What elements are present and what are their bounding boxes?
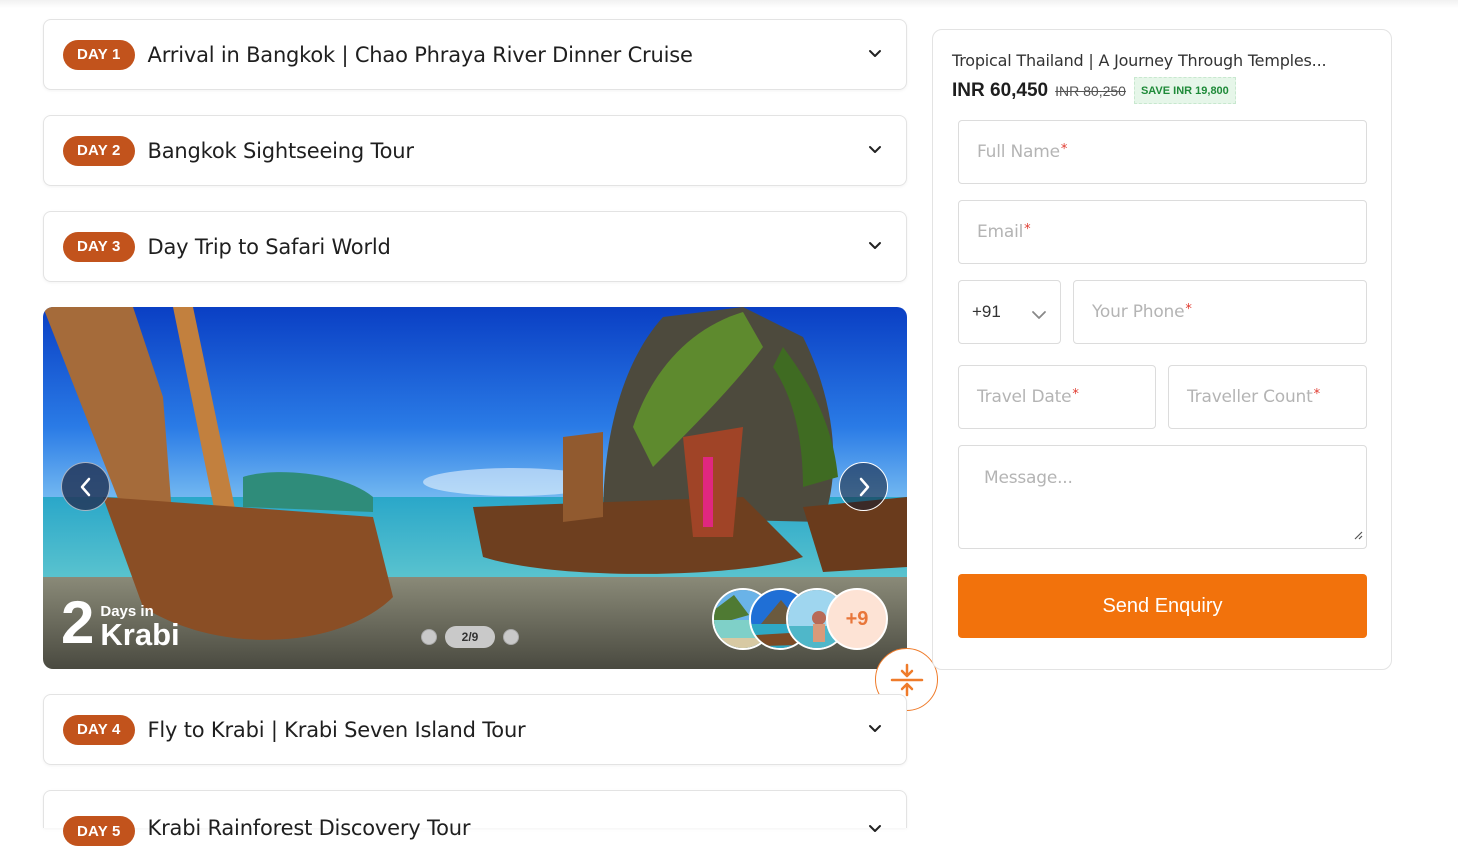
chevron-down-icon bbox=[1031, 305, 1047, 325]
email-field[interactable]: Email * bbox=[958, 200, 1367, 264]
package-title: Tropical Thailand | A Journey Through Te… bbox=[952, 51, 1327, 70]
chevron-right-icon bbox=[859, 477, 869, 496]
carousel-prev-button[interactable] bbox=[61, 462, 110, 511]
full-name-placeholder: Full Name bbox=[977, 142, 1060, 162]
place-name: Krabi bbox=[100, 617, 180, 652]
pagination-dot[interactable] bbox=[503, 629, 519, 645]
chevron-down-icon[interactable] bbox=[868, 821, 882, 835]
pagination-dot[interactable] bbox=[421, 629, 437, 645]
day-badge: DAY 5 bbox=[63, 816, 135, 846]
resize-handle-icon[interactable] bbox=[1353, 525, 1363, 545]
chevron-down-icon[interactable] bbox=[868, 142, 882, 156]
chevron-down-icon[interactable] bbox=[868, 721, 882, 735]
day-3-accordion[interactable]: DAY 3 Day Trip to Safari World bbox=[43, 211, 907, 282]
page-indicator: 2/9 bbox=[445, 626, 495, 648]
traveller-count-field[interactable]: Traveller Count * bbox=[1168, 365, 1367, 429]
chevron-left-icon bbox=[80, 477, 90, 496]
required-mark: * bbox=[1072, 386, 1079, 402]
original-price: INR 80,250 bbox=[1055, 82, 1126, 99]
day-title: Arrival in Bangkok | Chao Phraya River D… bbox=[147, 42, 693, 67]
day-title: Day Trip to Safari World bbox=[147, 234, 391, 259]
day-badge: DAY 2 bbox=[63, 135, 135, 166]
day-title: Fly to Krabi | Krabi Seven Island Tour bbox=[147, 717, 526, 742]
day-badge: DAY 3 bbox=[63, 231, 135, 262]
day-badge: DAY 4 bbox=[63, 714, 135, 745]
send-enquiry-button[interactable]: Send Enquiry bbox=[958, 574, 1367, 638]
day-1-accordion[interactable]: DAY 1 Arrival in Bangkok | Chao Phraya R… bbox=[43, 19, 907, 90]
days-number: 2 bbox=[61, 589, 95, 656]
day-title: Bangkok Sightseeing Tour bbox=[147, 138, 414, 163]
carousel-pagination: 2/9 bbox=[421, 626, 519, 648]
email-placeholder: Email bbox=[977, 222, 1024, 242]
collapse-vertical-icon bbox=[890, 663, 923, 696]
required-mark: * bbox=[1060, 141, 1068, 157]
phone-placeholder: Your Phone bbox=[1092, 302, 1185, 322]
traveller-count-placeholder: Traveller Count bbox=[1187, 387, 1313, 407]
chevron-down-icon[interactable] bbox=[868, 46, 882, 60]
country-code-value: +91 bbox=[972, 302, 1001, 321]
full-name-field[interactable]: Full Name * bbox=[958, 120, 1367, 184]
day-2-accordion[interactable]: DAY 2 Bangkok Sightseeing Tour bbox=[43, 115, 907, 186]
country-code-select[interactable]: +91 bbox=[958, 280, 1061, 344]
day-5-accordion[interactable]: DAY 5 Krabi Rainforest Discovery Tour bbox=[43, 790, 907, 846]
day-badge: DAY 1 bbox=[63, 39, 135, 70]
required-mark: * bbox=[1185, 301, 1192, 317]
phone-field[interactable]: Your Phone * bbox=[1073, 280, 1367, 344]
day-4-accordion[interactable]: DAY 4 Fly to Krabi | Krabi Seven Island … bbox=[43, 694, 907, 765]
enquiry-form-panel: Tropical Thailand | A Journey Through Te… bbox=[932, 29, 1392, 670]
top-shadow bbox=[0, 0, 1458, 8]
current-price: INR 60,450 bbox=[952, 79, 1049, 101]
travel-date-field[interactable]: Travel Date * bbox=[958, 365, 1156, 429]
chevron-down-icon[interactable] bbox=[868, 238, 882, 252]
carousel-next-button[interactable] bbox=[839, 462, 888, 511]
required-mark: * bbox=[1024, 221, 1031, 237]
days-in-krabi-label: 2 Days in Krabi bbox=[61, 589, 180, 656]
message-placeholder: Message... bbox=[984, 468, 1073, 488]
savings-badge: SAVE INR 19,800 bbox=[1133, 77, 1236, 104]
price-row: INR 60,450 INR 80,250 SAVE INR 19,800 bbox=[952, 77, 1236, 104]
day-title: Krabi Rainforest Discovery Tour bbox=[147, 816, 471, 840]
krabi-photo-carousel: 2 Days in Krabi 2/9 +9 bbox=[43, 307, 907, 669]
travel-date-placeholder: Travel Date bbox=[977, 387, 1072, 407]
thumbnail-stack: +9 bbox=[712, 588, 888, 650]
message-textarea[interactable]: Message... bbox=[958, 445, 1367, 549]
required-mark: * bbox=[1313, 386, 1321, 402]
more-photos-button[interactable]: +9 bbox=[826, 588, 888, 650]
